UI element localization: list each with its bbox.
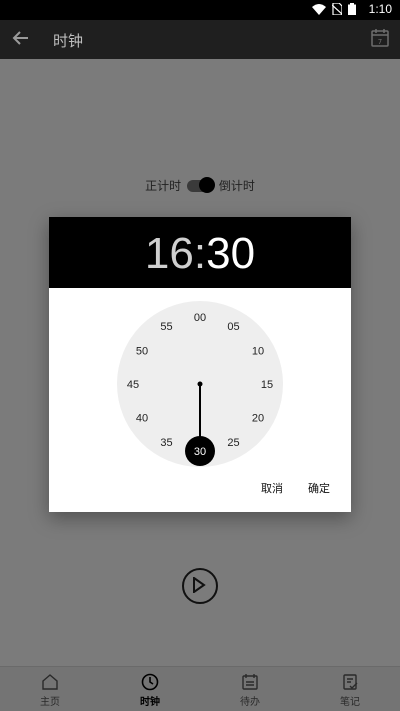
timer-mode-switch[interactable]	[187, 176, 215, 193]
note-check-icon	[343, 674, 358, 690]
calendar-list-icon	[242, 674, 258, 690]
dial-label-45[interactable]: 45	[127, 379, 139, 391]
back-arrow-icon[interactable]	[10, 27, 32, 49]
play-icon	[193, 577, 206, 593]
dial-label-50[interactable]: 50	[136, 346, 148, 358]
nav-item-clock[interactable]: 时钟	[120, 673, 180, 708]
ok-button[interactable]: 确定	[308, 480, 330, 496]
dial-label-20[interactable]: 20	[252, 413, 264, 425]
app-bar: 时钟 7	[0, 20, 400, 59]
status-icons	[312, 3, 356, 15]
nav-label-home: 主页	[40, 697, 60, 708]
countdown-label: 倒计时	[218, 179, 255, 193]
play-button[interactable]	[182, 568, 218, 604]
dial-label-25[interactable]: 25	[227, 437, 239, 449]
dial-label-35[interactable]: 35	[160, 437, 172, 449]
status-bar: 1:10	[0, 0, 400, 20]
nav-item-notes[interactable]: 笔记	[320, 673, 380, 708]
minute-dial[interactable]: 00 05 10 15 20 25 30 35 40 45 50 55	[117, 301, 283, 467]
dial-label-15[interactable]: 15	[261, 379, 273, 391]
nav-item-todo[interactable]: 待办	[220, 673, 280, 708]
dial-center	[197, 381, 203, 387]
minute-display[interactable]: 30	[206, 229, 255, 278]
calendar-icon[interactable]: 7	[370, 28, 390, 48]
timer-mode-toggle-row: 正计时 倒计时	[0, 176, 400, 194]
dial-label-10[interactable]: 10	[252, 346, 264, 358]
count-up-label: 正计时	[145, 179, 182, 193]
dial-label-05[interactable]: 05	[227, 321, 239, 333]
dial-label-40[interactable]: 40	[136, 413, 148, 425]
page-title: 时钟	[53, 32, 84, 50]
no-sim-icon	[332, 3, 342, 15]
clock-icon	[141, 673, 159, 691]
status-time: 1:10	[368, 2, 392, 16]
nav-label-clock: 时钟	[140, 697, 160, 708]
dial-label-55[interactable]: 55	[160, 321, 172, 333]
time-display: 16:30	[49, 217, 351, 288]
nav-label-todo: 待办	[240, 697, 260, 708]
time-picker-dialog: 16:30 00 05 10 15 20 25 30 35 40 45 50 55 取消 确定	[49, 217, 351, 512]
wifi-icon	[312, 3, 326, 15]
cancel-button[interactable]: 取消	[261, 480, 283, 496]
dial-label-30[interactable]: 30	[194, 446, 206, 458]
bottom-navigation: 主页 时钟 待办 笔记	[0, 666, 400, 711]
svg-text:7: 7	[378, 38, 382, 46]
hour-display[interactable]: 16	[145, 229, 194, 278]
dial-label-00[interactable]: 00	[194, 312, 206, 324]
home-icon	[42, 674, 58, 690]
switch-knob	[199, 176, 215, 193]
nav-label-notes: 笔记	[340, 697, 360, 708]
time-separator: :	[193, 229, 207, 278]
nav-item-home[interactable]: 主页	[20, 673, 80, 708]
battery-icon	[348, 3, 356, 15]
